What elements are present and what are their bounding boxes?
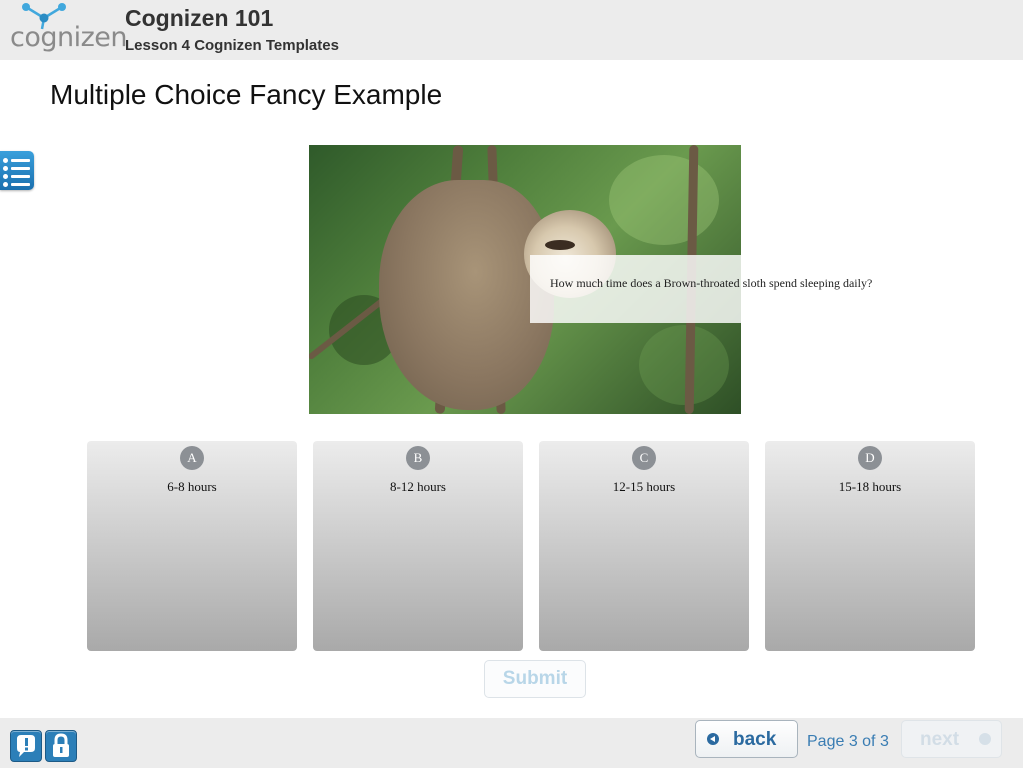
question-callout: How much time does a Brown-throated slot… (530, 255, 920, 323)
back-label: back (733, 729, 777, 750)
help-button[interactable] (10, 730, 42, 762)
next-label: next (920, 729, 960, 750)
course-title: Cognizen 101 (125, 5, 274, 31)
choice-answer: 15-18 hours (838, 479, 902, 494)
choice-answer: 6-8 hours (167, 479, 217, 494)
choice-letter-badge: B (406, 446, 430, 470)
submit-button[interactable]: Submit (484, 660, 586, 698)
help-icon (17, 735, 35, 757)
lock-button[interactable] (45, 730, 77, 762)
choice-letter-badge: C (632, 446, 656, 470)
choice-a[interactable]: A 6-8 hours (87, 441, 297, 651)
question-text: How much time does a Brown-throated slot… (550, 276, 873, 290)
cognizen-logo: cognizen (6, 2, 128, 58)
back-button[interactable]: back (695, 720, 798, 758)
lesson-title: Lesson 4 Cognizen Templates (125, 37, 339, 54)
choice-answer: 12-15 hours (612, 479, 676, 494)
next-button[interactable]: next (901, 720, 1002, 758)
toc-menu-button[interactable] (0, 151, 34, 190)
page-title: Multiple Choice Fancy Example (50, 79, 443, 110)
header-bar: cognizen Cognizen 101 Lesson 4 Cognizen … (0, 0, 1023, 60)
arrow-left-icon (707, 733, 719, 745)
logo-wordmark: cognizen (10, 22, 128, 53)
choice-d[interactable]: D 15-18 hours (765, 441, 975, 651)
lock-icon (53, 733, 69, 757)
choice-b[interactable]: B 8-12 hours (313, 441, 523, 651)
choice-letter-badge: D (858, 446, 882, 470)
choice-c[interactable]: C 12-15 hours (539, 441, 749, 651)
arrow-right-icon (979, 733, 991, 745)
page-indicator: Page 3 of 3 (807, 733, 889, 750)
choice-answer: 8-12 hours (390, 479, 446, 494)
choice-letter-badge: A (180, 446, 204, 470)
